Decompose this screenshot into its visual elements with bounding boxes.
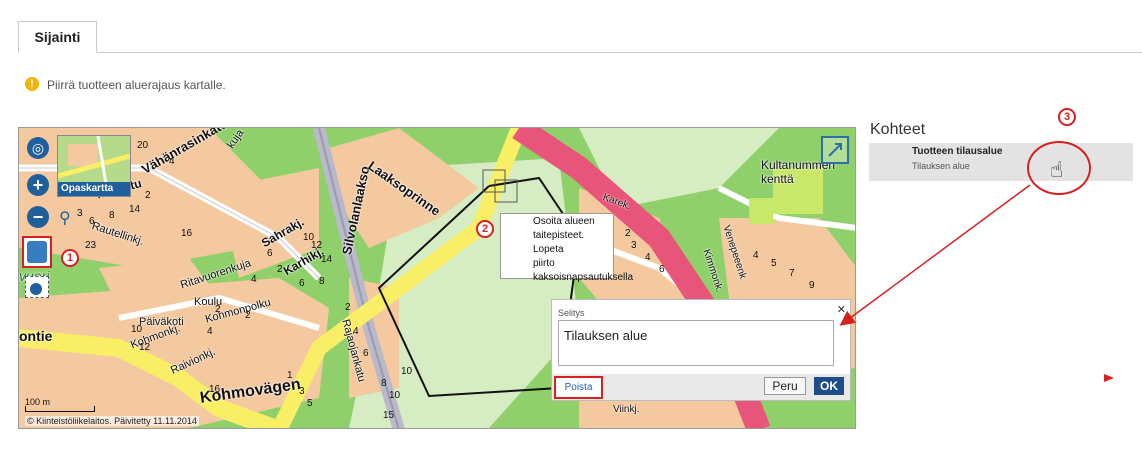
house-number: 16 — [181, 228, 193, 239]
house-number: 2 — [345, 302, 351, 313]
zoom-out-icon[interactable]: − — [27, 206, 49, 228]
zoom-in-icon[interactable]: + — [27, 174, 49, 196]
cancel-button[interactable]: Peru — [764, 377, 806, 395]
thumbnail-label: Opaskartta — [58, 182, 130, 196]
house-number: 4 — [753, 250, 759, 261]
house-number: 2 — [145, 190, 151, 201]
dialog-title: Selitys — [558, 308, 585, 318]
house-number: 16 — [209, 384, 221, 395]
house-number: 2 — [215, 304, 221, 315]
map-view[interactable]: Vähänrasinkatu Silvolanlaakso Laaksoprin… — [18, 127, 856, 429]
dialog-footer: Poista Peru OK — [552, 374, 850, 400]
list-item-subtitle: Tilauksen alue — [912, 161, 970, 171]
house-number: 23 — [85, 240, 97, 251]
house-number: 1 — [287, 370, 293, 381]
annotation-marker-1: 1 — [61, 249, 79, 267]
locate-icon[interactable]: ◎ — [27, 137, 49, 159]
house-number: 5 — [307, 398, 313, 409]
pointer-hand-icon: ☝ — [1050, 157, 1064, 182]
tooltip-line: piirto — [533, 258, 555, 269]
instruction-text: Piirrä tuotteen aluerajaus kartalle. — [47, 78, 226, 92]
draw-select-icon[interactable] — [25, 276, 49, 298]
map-layer-thumbnail[interactable]: Opaskartta — [57, 135, 131, 197]
description-textarea[interactable]: Tilauksen alue — [558, 320, 834, 366]
house-number: 6 — [89, 216, 95, 227]
house-number: 8 — [319, 276, 325, 287]
house-number: 10 — [389, 390, 401, 401]
house-number: 2 — [625, 228, 631, 239]
house-number: 14 — [321, 254, 333, 265]
house-number: 7 — [789, 268, 795, 279]
close-icon[interactable]: ✕ — [837, 303, 846, 316]
panel-heading: Kohteet — [870, 121, 926, 138]
annotation-marker-3: 3 — [1058, 108, 1076, 126]
tooltip-line: Osoita alueen — [533, 216, 595, 227]
house-number: 4 — [251, 274, 257, 285]
street-label: Viinkj. — [613, 404, 640, 415]
tooltip-line: kaksoisnapsautuksella — [533, 272, 634, 283]
house-number: 4 — [353, 326, 359, 337]
house-number: 4 — [169, 156, 175, 167]
red-triangle-icon — [1104, 374, 1114, 382]
house-number: 6 — [363, 348, 369, 359]
house-number: 6 — [299, 278, 305, 289]
house-number: 10 — [131, 324, 143, 335]
house-number: 6 — [659, 264, 665, 275]
house-number: 4 — [645, 252, 651, 263]
house-number: 4 — [207, 326, 213, 337]
house-number: 8 — [109, 210, 115, 221]
house-number: 2 — [277, 264, 283, 275]
house-number: 15 — [383, 410, 395, 421]
map-copyright: © Kiinteistöliikelaitos. Päivitetty 11.1… — [25, 416, 199, 426]
street-label: ontie — [19, 328, 53, 344]
search-icon[interactable]: ⚲ — [59, 208, 81, 230]
fullscreen-icon[interactable] — [821, 136, 849, 164]
house-number: 20 — [137, 140, 149, 151]
house-number: 14 — [129, 204, 141, 215]
annotation-marker-2: 2 — [476, 220, 494, 238]
tab-bar-divider — [18, 52, 1142, 53]
ok-button[interactable]: OK — [814, 377, 844, 395]
house-number: 6 — [267, 248, 273, 259]
tab-sijainti[interactable]: Sijainti — [18, 21, 97, 53]
house-number: 2 — [245, 310, 251, 321]
tooltip-line: taitepisteet. Lopeta — [533, 230, 585, 255]
house-number: 8 — [381, 378, 387, 389]
draw-help-tooltip: Osoita alueen taitepisteet. Lopeta piirt… — [500, 213, 633, 283]
delete-button[interactable]: Poista — [554, 376, 603, 399]
house-number: 9 — [809, 280, 815, 291]
exclamation-icon: ! — [25, 77, 39, 91]
draw-polygon-icon — [27, 241, 47, 263]
list-item-title: Tuotteen tilausalue — [912, 146, 1003, 157]
house-number: 5 — [771, 258, 777, 269]
house-number: 12 — [139, 342, 151, 353]
house-number: 3 — [631, 240, 637, 251]
description-dialog: Selitys ✕ Tilauksen alue Poista Peru OK — [551, 299, 851, 401]
house-number: 10 — [401, 366, 413, 377]
house-number: 3 — [299, 386, 305, 397]
house-number: 12 — [311, 240, 323, 251]
scale-bar — [25, 406, 95, 412]
poi-label: kenttä — [761, 172, 794, 186]
draw-area-button[interactable] — [22, 236, 52, 268]
